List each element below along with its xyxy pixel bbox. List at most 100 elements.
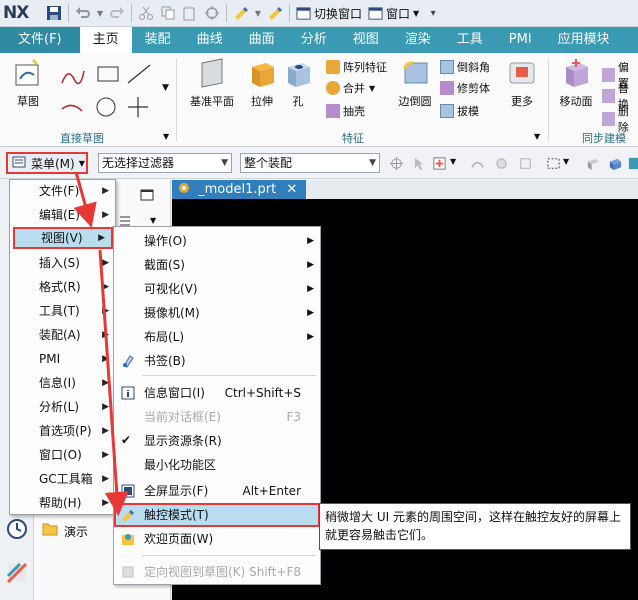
chevron-down-icon[interactable]: ▼ — [96, 4, 104, 22]
tab-view[interactable]: 视图 — [340, 27, 392, 53]
tab-assembly[interactable]: 装配 — [132, 27, 184, 53]
menu-item-edit[interactable]: 编辑(E) ▶ — [10, 204, 115, 226]
close-icon[interactable]: ✕ — [286, 182, 297, 197]
view-item-layout[interactable]: 布局(L) ▶ — [114, 325, 320, 349]
menu-item-window[interactable]: 窗口(O) ▶ — [10, 444, 115, 466]
menu-item-help[interactable]: 帮助(H) ▶ — [10, 492, 115, 514]
trim-body-button[interactable]: 修剪体 — [440, 80, 490, 96]
save-icon[interactable] — [45, 4, 63, 22]
sketch-more-chevron-icon[interactable]: ▼ — [162, 83, 169, 93]
tab-surface[interactable]: 曲面 — [236, 27, 288, 53]
group-expand-icon[interactable]: ▼ — [163, 132, 169, 141]
redo-icon[interactable] — [108, 4, 126, 22]
datum-plane-button[interactable]: 基准平面 — [186, 57, 238, 109]
window-button[interactable]: 窗口 ▼ — [368, 5, 419, 22]
replace-icon — [602, 89, 615, 103]
repeat-command-icon[interactable] — [203, 4, 221, 22]
touch-mode-icon[interactable] — [266, 4, 284, 22]
move-face-label: 移动面 — [559, 95, 593, 108]
move-face-button[interactable]: 移动面 — [554, 57, 598, 109]
chevron-down-icon[interactable]: ▼ — [563, 157, 569, 166]
chevron-down-icon[interactable]: ▼ — [254, 4, 262, 22]
view-item-show-resource-bar[interactable]: ✔ 显示资源条(R) — [114, 429, 320, 453]
rectangle-select-icon[interactable] — [546, 156, 561, 171]
tab-curve[interactable]: 曲线 — [184, 27, 236, 53]
snap-settings-icon[interactable] — [518, 156, 533, 171]
menu-item-format[interactable]: 格式(R) ▶ — [10, 276, 115, 298]
undo-icon[interactable] — [74, 4, 92, 22]
view-item-welcome-page[interactable]: 欢迎页面(W) — [114, 527, 320, 551]
assembly-scope-combo[interactable]: 整个装配 ▼ — [240, 153, 380, 173]
menu-item-insert[interactable]: 插入(S) ▶ — [10, 252, 115, 274]
view-item-touch-mode[interactable]: 触控模式(T) — [114, 503, 320, 527]
edge-blend-button[interactable]: 边倒圆 — [394, 57, 436, 109]
view-item-visualization[interactable]: 可视化(V) ▶ — [114, 277, 320, 301]
touch-mode-icon[interactable] — [232, 4, 250, 22]
group-expand-icon[interactable]: ▼ — [534, 132, 540, 141]
panel-window-icon[interactable] — [140, 188, 154, 202]
draft-button[interactable]: 拔模 — [440, 103, 479, 119]
select-cursor-icon[interactable] — [412, 156, 427, 171]
tab-render[interactable]: 渲染 — [392, 27, 444, 53]
more-button[interactable]: 更多 — [502, 57, 542, 109]
snap-point-icon[interactable] — [389, 156, 404, 171]
display-mode-icon[interactable] — [608, 156, 623, 171]
chevron-down-icon: ▼ — [369, 158, 376, 168]
cut-icon[interactable] — [137, 4, 155, 22]
tab-applications[interactable]: 应用模块 — [545, 27, 623, 53]
menu-item-label: 插入(S) — [39, 256, 80, 270]
view-item-info-window[interactable]: 信息窗口(I) Ctrl+Shift+S — [114, 381, 320, 405]
menu-button-label: 菜单(M) — [31, 156, 75, 171]
shell-button[interactable]: 抽壳 — [326, 103, 365, 119]
render-style-icon[interactable] — [627, 156, 638, 171]
tab-file[interactable]: 文件(F) — [0, 27, 80, 53]
view-item-current-dialog[interactable]: 当前对话框(E) F3 — [114, 405, 320, 429]
tab-home[interactable]: 主页 — [79, 27, 132, 53]
menu-item-analysis[interactable]: 分析(L) ▶ — [10, 396, 115, 418]
paste-icon[interactable] — [181, 4, 199, 22]
menu-item-assembly[interactable]: 装配(A) ▶ — [10, 324, 115, 346]
sketch-curve-icons[interactable] — [58, 61, 158, 121]
customize-icon[interactable]: ▾ — [424, 4, 442, 22]
window-label: 窗口 — [386, 6, 411, 21]
menu-button[interactable]: 菜单(M) ▼ — [6, 152, 88, 174]
sketch-button[interactable]: 草图 — [6, 57, 50, 109]
separator — [548, 59, 549, 141]
menu-item-view[interactable]: 视图(V) ▶ — [13, 227, 113, 249]
menu-item-file[interactable]: 文件(F) ▶ — [10, 180, 115, 202]
view-item-orient-view-to-sketch[interactable]: 定向视图到草图(K) Shift+F8 — [114, 560, 320, 584]
hole-button[interactable]: 孔 — [276, 57, 320, 109]
curve-rule-icon[interactable] — [470, 156, 485, 171]
selection-filter-combo[interactable]: 无选择过滤器 ▼ — [98, 153, 232, 173]
view-item-bookmark[interactable]: 书签(B) — [114, 349, 320, 373]
switch-window-button[interactable]: 切换窗口 — [296, 5, 362, 22]
tab-tools[interactable]: 工具 — [444, 27, 496, 53]
submenu-arrow-icon: ▶ — [307, 308, 314, 318]
chamfer-button[interactable]: 倒斜角 — [440, 59, 490, 75]
menu-item-preferences[interactable]: 首选项(P) ▶ — [10, 420, 115, 442]
unite-button[interactable]: 合并 ▼ — [326, 80, 375, 96]
pattern-feature-button[interactable]: 阵列特征 — [326, 59, 387, 75]
tab-pmi[interactable]: PMI — [496, 27, 545, 53]
view-item-camera[interactable]: 摄像机(M) ▶ — [114, 301, 320, 325]
view-item-full-screen[interactable]: 全屏显示(F) Alt+Enter — [114, 479, 320, 503]
chevron-down-icon[interactable]: ▼ — [450, 157, 456, 166]
copy-icon[interactable] — [159, 4, 177, 22]
menu-item-info[interactable]: 信息(I) ▶ — [10, 372, 115, 394]
menu-item-pmi[interactable]: PMI ▶ — [10, 348, 115, 370]
tab-analysis[interactable]: 分析 — [288, 27, 340, 53]
face-rule-icon[interactable] — [494, 156, 509, 171]
menu-item-gc-toolbox[interactable]: GC工具箱 ▶ — [10, 468, 115, 490]
demo-folder-label[interactable]: 演示 — [64, 523, 88, 540]
view-item-section[interactable]: 截面(S) ▶ — [114, 253, 320, 277]
view-item-minimize-ribbon[interactable]: 最小化功能区 — [114, 453, 320, 477]
shaded-view-icon[interactable] — [586, 156, 601, 171]
point-filter-icon[interactable] — [432, 156, 447, 171]
menu-item-tools[interactable]: 工具(T) ▶ — [10, 300, 115, 322]
chevron-down-icon[interactable]: ▼ — [150, 216, 156, 225]
system-materials-icon[interactable] — [6, 562, 28, 584]
view-item-operation[interactable]: 操作(O) ▶ — [114, 229, 320, 253]
sketch-icon — [15, 59, 39, 86]
document-tab[interactable]: _model1.prt ✕ — [172, 180, 306, 200]
history-clock-icon[interactable] — [6, 518, 28, 540]
